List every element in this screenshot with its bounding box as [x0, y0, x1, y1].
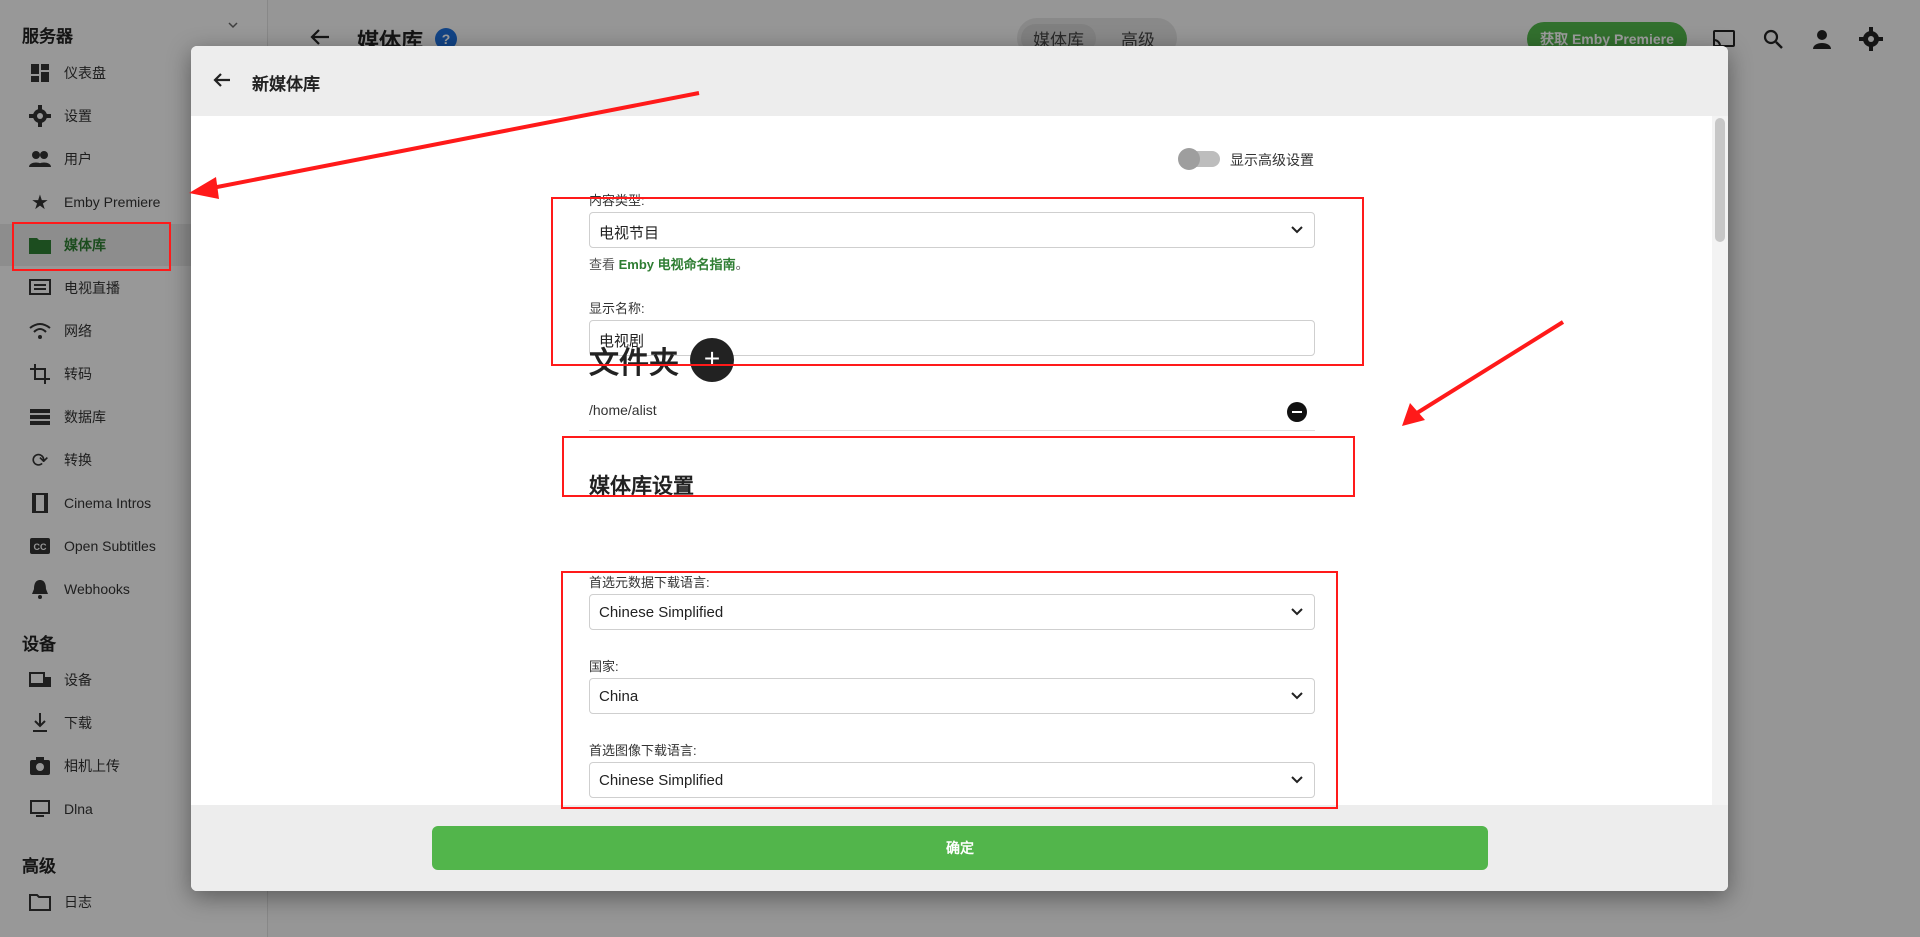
annotation-arrows	[189, 91, 1565, 426]
annotation-arrow-line	[1415, 320, 1565, 415]
annotation-arrow-line	[211, 91, 700, 190]
annotation-arrowhead	[1402, 403, 1425, 426]
annotation-arrowhead	[189, 177, 219, 199]
